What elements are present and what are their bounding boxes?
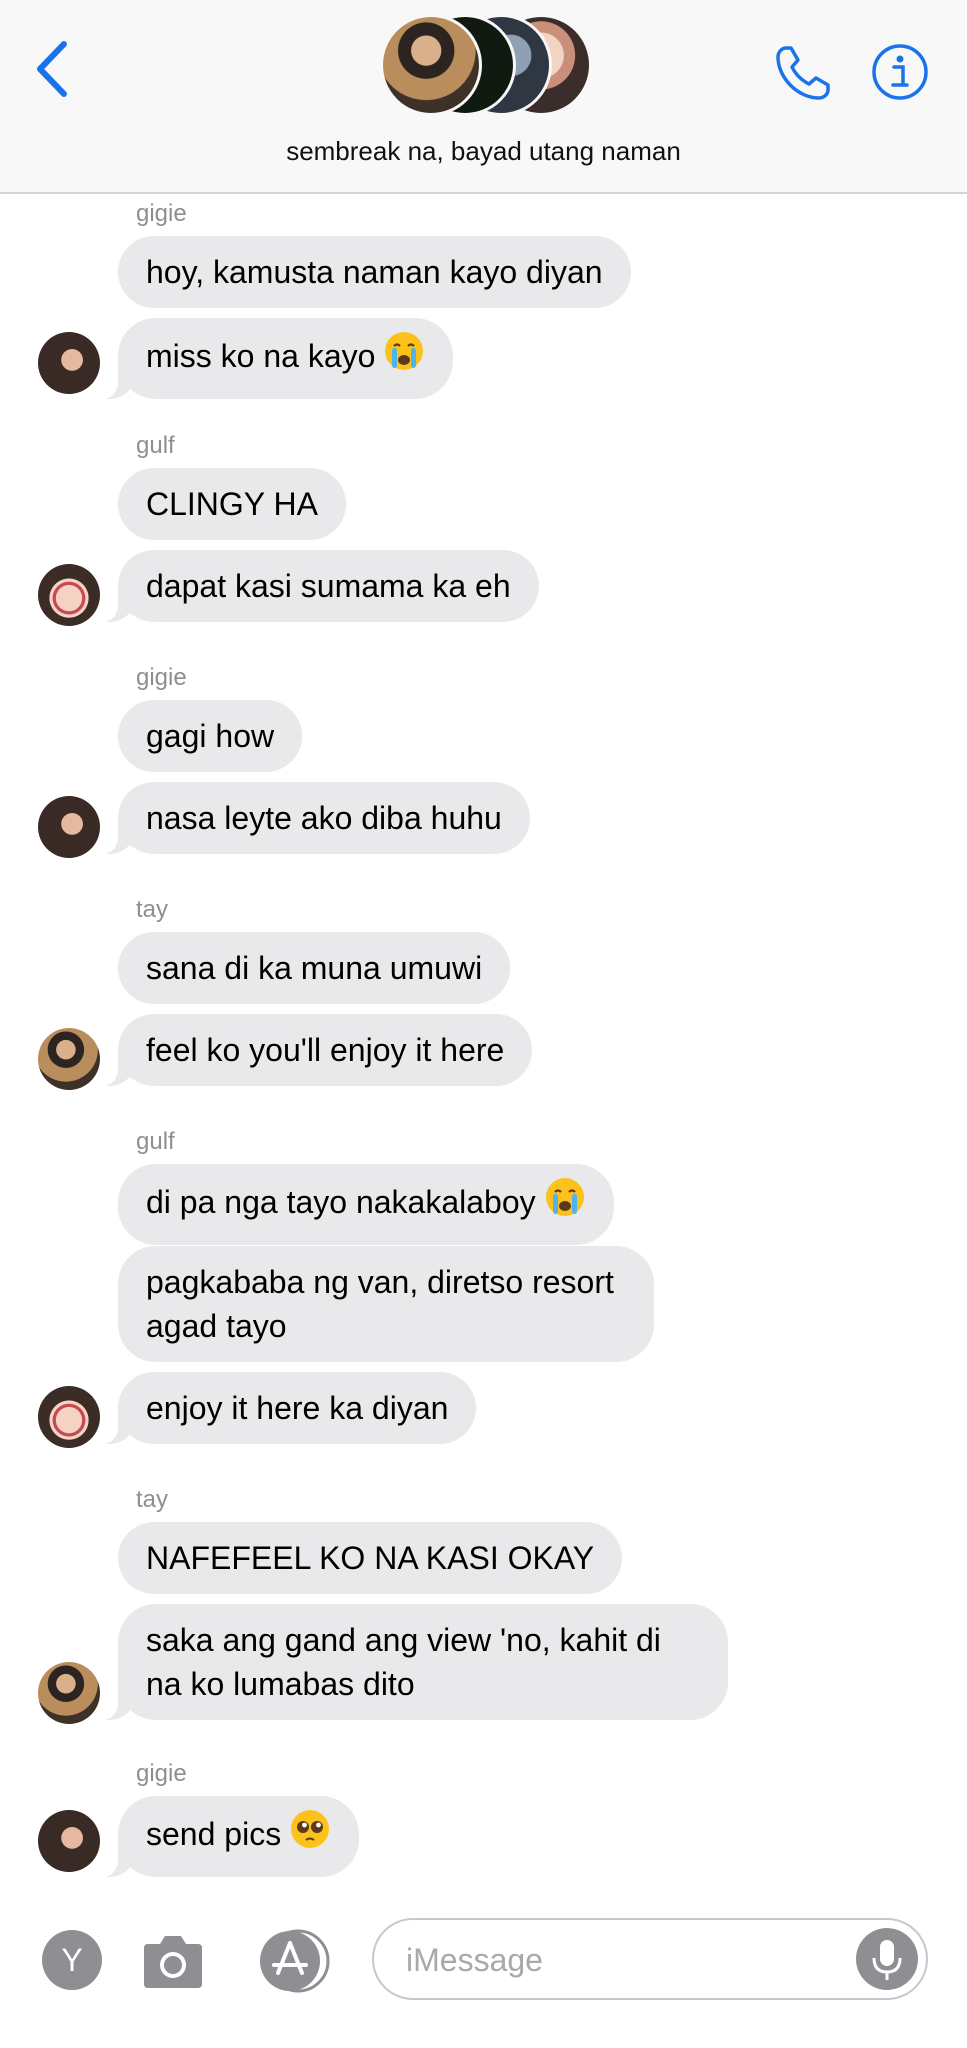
camera-icon [144, 1936, 202, 1988]
sender-name: gigie [136, 1760, 187, 1787]
message-text: nasa leyte ako diba huhu [146, 800, 502, 836]
message-text: pagkababa ng van, diretso resort agad ta… [146, 1264, 614, 1344]
group-avatars[interactable] [380, 14, 592, 116]
input-bar: Y [0, 1902, 967, 2048]
message-bubble[interactable]: hoy, kamusta naman kayo diyan [118, 236, 631, 308]
sender-avatar[interactable] [38, 332, 100, 394]
message-text: feel ko you'll enjoy it here [146, 1032, 505, 1068]
info-icon [872, 44, 928, 100]
camera-button[interactable] [138, 1930, 208, 1992]
sender-name: gigie [136, 664, 187, 691]
message-bubble[interactable]: send pics [97, 1796, 360, 1877]
pleading-face-icon [289, 1808, 331, 1861]
message-bubble[interactable]: miss ko na kayo [97, 318, 454, 399]
message-bubble[interactable]: feel ko you'll enjoy it here [97, 1014, 533, 1086]
message-bubble[interactable]: pagkababa ng van, diretso resort agad ta… [118, 1246, 654, 1362]
info-button[interactable] [870, 42, 930, 102]
sender-name: tay [136, 896, 169, 923]
message-text: send pics [146, 1815, 282, 1852]
sender-avatar[interactable] [38, 1810, 100, 1872]
message-bubble[interactable]: nasa leyte ako diba huhu [98, 782, 530, 854]
message-bubble[interactable]: NAFEFEEL KO NA KASI OKAY [118, 1522, 623, 1594]
sender-avatar[interactable] [38, 564, 100, 626]
message-bubble[interactable]: gagi how [118, 700, 303, 772]
conversation-header: sembreak na, bayad utang naman [0, 0, 967, 194]
back-button[interactable] [28, 38, 78, 100]
message-bubble[interactable]: di pa nga tayo nakakalaboy [118, 1164, 614, 1245]
sender-name: gulf [136, 432, 175, 459]
sender-avatar[interactable] [38, 796, 100, 858]
sender-name: gigie [136, 200, 187, 227]
call-button[interactable] [772, 42, 834, 104]
app-store-icon [260, 1929, 330, 1993]
app-store-button[interactable] [252, 1928, 338, 1994]
message-bubble[interactable]: saka ang gand ang view 'no, kahit di na … [98, 1604, 728, 1720]
message-text: sana di ka muna umuwi [146, 950, 483, 986]
message-text: gagi how [146, 718, 275, 754]
sender-avatar[interactable] [38, 1028, 100, 1090]
loudly-crying-face-icon [383, 330, 425, 383]
apps-button[interactable]: Y [42, 1930, 102, 1990]
message-text: dapat kasi sumama ka eh [146, 568, 511, 604]
loudly-crying-face-icon [544, 1176, 586, 1229]
apps-button-label: Y [61, 1942, 83, 1978]
message-input[interactable] [404, 1936, 838, 1984]
group-name[interactable]: sembreak na, bayad utang naman [0, 136, 967, 167]
sender-name: tay [136, 1486, 169, 1513]
microphone-icon [872, 1940, 902, 1980]
member-avatar [380, 14, 482, 116]
message-text: NAFEFEEL KO NA KASI OKAY [146, 1540, 595, 1576]
message-bubble[interactable]: dapat kasi sumama ka eh [98, 550, 539, 622]
message-text: enjoy it here ka diyan [146, 1390, 449, 1426]
message-text: hoy, kamusta naman kayo diyan [146, 254, 603, 290]
microphone-button[interactable] [856, 1928, 918, 1990]
message-bubble[interactable]: sana di ka muna umuwi [118, 932, 511, 1004]
message-text: miss ko na kayo [146, 337, 376, 374]
message-text: saka ang gand ang view 'no, kahit di na … [146, 1622, 661, 1702]
message-bubble[interactable]: enjoy it here ka diyan [97, 1372, 477, 1444]
sender-name: gulf [136, 1128, 175, 1155]
message-text: di pa nga tayo nakakalaboy [146, 1183, 536, 1220]
message-bubble[interactable]: CLINGY HA [118, 468, 346, 540]
message-field[interactable] [372, 1918, 928, 2000]
sender-avatar[interactable] [38, 1386, 100, 1448]
chevron-left-icon [37, 41, 67, 97]
messages-screen: sembreak na, bayad utang naman gigie hoy… [0, 0, 967, 2048]
sender-avatar[interactable] [38, 1662, 100, 1724]
message-text: CLINGY HA [146, 486, 318, 522]
phone-icon [776, 46, 830, 100]
